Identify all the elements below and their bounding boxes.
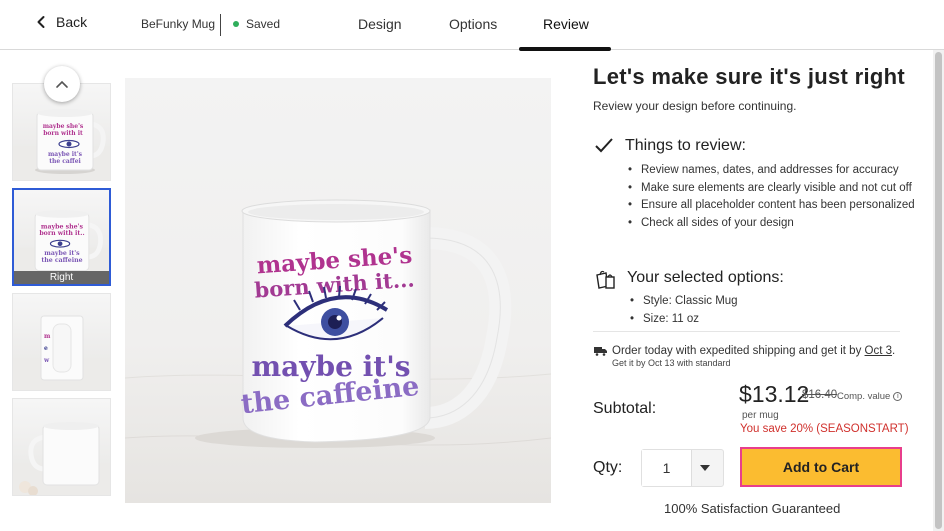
info-icon[interactable]: i — [893, 392, 903, 401]
shipping-estimate: Order today with expedited shipping and … — [612, 345, 895, 357]
chevron-left-icon — [37, 16, 45, 28]
svg-text:born with it..: born with it.. — [39, 230, 84, 237]
save-status-label: Saved — [246, 17, 281, 31]
page-title: Let's make sure it's just right — [593, 64, 905, 89]
truck-icon — [594, 347, 607, 356]
thumbnail-strip: maybe she's born with it maybe it's the … — [12, 60, 112, 510]
qty-label: Qty: — [593, 459, 623, 476]
shopping-bags-icon — [596, 270, 615, 289]
satisfaction-guarantee: 100% Satisfaction Guaranteed — [664, 501, 841, 516]
saved-dot-icon — [233, 21, 239, 27]
back-label: Back — [56, 14, 88, 30]
top-bar: Back BeFunky Mug Saved Design Options Re… — [0, 0, 944, 51]
caret-down-icon[interactable] — [700, 465, 710, 471]
things-to-review-list: Review names, dates, and addresses for a… — [628, 162, 915, 232]
thumbnail-label: Right — [14, 271, 109, 284]
list-item: Make sure elements are clearly visible a… — [628, 180, 915, 198]
selected-options-title: Your selected options: — [627, 269, 784, 286]
svg-text:the caffei: the caffei — [49, 158, 81, 165]
tab-design[interactable]: Design — [358, 16, 402, 32]
shipping-period: . — [892, 345, 896, 357]
svg-text:the caffeine: the caffeine — [41, 257, 82, 264]
list-item: Size: 11 oz — [630, 311, 738, 329]
quantity-value[interactable]: 1 — [642, 450, 692, 486]
chevron-up-icon — [56, 80, 68, 88]
page-subtitle: Review your design before continuing. — [593, 99, 797, 113]
divider — [593, 331, 900, 332]
scrollbar-thumb[interactable] — [935, 52, 942, 529]
checkmark-icon — [595, 138, 613, 153]
subtotal-label: Subtotal: — [593, 400, 657, 417]
comp-price: $16.40 — [802, 389, 838, 401]
savings-text: You save 20% (SEASONSTART) — [740, 423, 909, 435]
mug-preview: maybe she's born with it... maybe it's t… — [125, 78, 551, 503]
list-item: Check all sides of your design — [628, 215, 915, 233]
shipping-date-link[interactable]: Oct 3 — [865, 345, 892, 357]
mug-preview-image: maybe she's born with it... maybe it's t… — [125, 78, 551, 503]
scroll-up-button[interactable] — [44, 66, 80, 102]
standard-shipping-estimate: Get it by Oct 13 with standard — [612, 358, 731, 368]
list-item: Ensure all placeholder content has been … — [628, 197, 915, 215]
svg-text:w: w — [43, 357, 50, 364]
svg-text:e: e — [44, 345, 48, 352]
active-tab-indicator — [519, 47, 611, 51]
back-button[interactable]: Back — [34, 14, 87, 30]
svg-text:maybe she's: maybe she's — [43, 123, 84, 130]
selected-options-list: Style: Classic Mug Size: 11 oz — [630, 293, 738, 328]
tab-options[interactable]: Options — [449, 16, 497, 32]
thumbnail-front[interactable]: m e w — [12, 293, 111, 391]
comp-value: Comp. value i — [837, 391, 903, 402]
scrollbar[interactable] — [933, 50, 944, 531]
per-unit-label: per mug — [742, 410, 779, 421]
mug-thumbnail-image: maybe she's born with it.. maybe it's th… — [14, 210, 109, 284]
svg-text:m: m — [44, 333, 51, 340]
divider — [220, 14, 221, 36]
thumbnail-back[interactable] — [12, 398, 111, 496]
svg-text:born with it: born with it — [43, 130, 83, 137]
add-to-cart-button[interactable]: Add to Cart — [740, 447, 902, 487]
comp-value-label: Comp. value — [837, 391, 891, 402]
product-name: BeFunky Mug — [141, 17, 216, 31]
list-item: Review names, dates, and addresses for a… — [628, 162, 915, 180]
thumbnail-right[interactable]: maybe she's born with it.. maybe it's th… — [12, 188, 111, 286]
mug-thumbnail-image: m e w — [13, 315, 110, 390]
list-item: Style: Classic Mug — [630, 293, 738, 311]
mug-thumbnail-image — [13, 422, 110, 495]
quantity-select[interactable]: 1 — [641, 449, 724, 487]
things-to-review-title: Things to review: — [625, 137, 746, 154]
svg-text:maybe it's: maybe it's — [48, 151, 83, 158]
price: $13.12 — [739, 381, 810, 407]
save-status: Saved — [233, 17, 280, 31]
tab-review[interactable]: Review — [543, 16, 589, 32]
shipping-text: Order today with expedited shipping and … — [612, 345, 865, 357]
